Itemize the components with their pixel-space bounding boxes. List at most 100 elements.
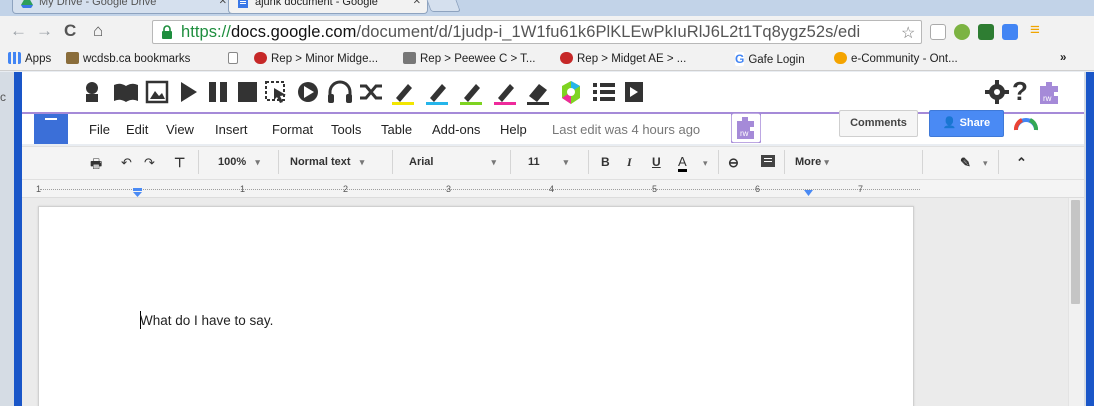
- forward-arrow-icon[interactable]: →: [36, 21, 53, 41]
- chevron-down-icon[interactable]: ▾: [983, 158, 988, 169]
- eraser-icon[interactable]: [525, 80, 551, 106]
- bookmark-apps[interactable]: Apps: [8, 52, 51, 65]
- highlighter-green-icon[interactable]: [458, 80, 484, 106]
- share-button[interactable]: 👤 Share: [929, 110, 1004, 137]
- bold-button[interactable]: B: [601, 155, 610, 169]
- omnibox[interactable]: https://docs.google.com/document/d/1judp…: [152, 20, 922, 44]
- document-page[interactable]: [38, 206, 914, 406]
- zoom-dropdown[interactable]: 100% ▾: [218, 156, 260, 168]
- more-button[interactable]: More ▾: [795, 156, 829, 168]
- menu-edit[interactable]: Edit: [126, 122, 148, 137]
- bookmark-label: Rep > Peewee C > T...: [420, 53, 536, 65]
- toolbar-separator: [998, 150, 999, 174]
- font-size-dropdown[interactable]: 11 ▾: [528, 156, 568, 168]
- stop-icon[interactable]: [236, 80, 258, 104]
- pause-icon[interactable]: [206, 80, 230, 104]
- bookmark-label: wcdsb.ca bookmarks: [83, 53, 191, 65]
- new-tab-button[interactable]: [425, 0, 461, 12]
- predict-icon[interactable]: [80, 80, 104, 104]
- chevron-down-icon[interactable]: ▾: [703, 158, 708, 169]
- close-icon[interactable]: ✕: [413, 0, 421, 10]
- play-icon[interactable]: [179, 80, 199, 104]
- menu-help[interactable]: Help: [500, 122, 527, 137]
- collect-highlights-icon[interactable]: [558, 80, 584, 106]
- italic-button[interactable]: I: [627, 155, 632, 170]
- rw-addon-icon[interactable]: rw: [731, 113, 761, 143]
- chrome-menu-icon[interactable]: ≡: [1030, 20, 1040, 40]
- help-icon[interactable]: ?: [1012, 76, 1028, 107]
- right-indent-marker[interactable]: [804, 184, 813, 196]
- toolbar-separator: [278, 150, 279, 174]
- right-edge-divider: [1084, 72, 1086, 406]
- left-indent-marker[interactable]: [133, 184, 142, 197]
- last-edit-status[interactable]: Last edit was 4 hours ago: [552, 122, 700, 137]
- bookmark-rep-peewee[interactable]: Rep > Peewee C > T...: [403, 52, 536, 65]
- tab-strip: My Drive - Google Drive ✕ ajunk document…: [0, 0, 1094, 16]
- bookmark-ecommunity[interactable]: e-Community - Ont...: [834, 52, 958, 65]
- extension-translate-icon[interactable]: [1002, 24, 1018, 40]
- bookmark-rep-midget[interactable]: Rep > Midget AE > ...: [560, 52, 686, 65]
- highlighter-yellow-icon[interactable]: [390, 80, 416, 106]
- menu-insert[interactable]: Insert: [215, 122, 248, 137]
- share-label: Share: [959, 117, 991, 129]
- more-label: More: [795, 156, 822, 168]
- tab-ajunk-document[interactable]: ajunk document - Google ✕: [228, 0, 428, 14]
- dictionary-icon[interactable]: [112, 80, 140, 104]
- paint-format-icon[interactable]: ⊤: [174, 155, 185, 171]
- bookmark-gafe-login[interactable]: G Gafe Login: [735, 52, 805, 66]
- page-icon: [228, 52, 238, 64]
- rw-logo-icon[interactable]: rw: [1036, 80, 1062, 106]
- menu-table[interactable]: Table: [381, 122, 412, 137]
- menu-view[interactable]: View: [166, 122, 194, 137]
- highlighter-blue-icon[interactable]: [424, 80, 450, 106]
- ruler-ticks: [40, 189, 920, 190]
- bookmark-page[interactable]: [228, 52, 242, 65]
- docs-menu-button[interactable]: [34, 114, 68, 144]
- vocabulary-list-icon[interactable]: [591, 80, 617, 104]
- collapse-toolbar-icon[interactable]: ⌃: [1016, 155, 1027, 171]
- document-body-text[interactable]: What do I have to say.: [140, 313, 273, 328]
- voice-note-icon[interactable]: [623, 80, 645, 104]
- underline-button[interactable]: U: [652, 155, 661, 169]
- menu-tools[interactable]: Tools: [331, 122, 361, 137]
- menu-format[interactable]: Format: [272, 122, 313, 137]
- bookmark-rep-minor-midget[interactable]: Rep > Minor Midge...: [254, 52, 378, 65]
- style-dropdown[interactable]: Normal text ▾: [290, 156, 364, 168]
- picture-dictionary-icon[interactable]: [145, 80, 169, 104]
- editing-mode-pencil-icon[interactable]: ✎: [960, 155, 971, 171]
- tab-label: ajunk document - Google: [255, 0, 378, 8]
- bookmark-wcdsb[interactable]: wcdsb.ca bookmarks: [66, 52, 190, 65]
- settings-gear-icon[interactable]: [985, 80, 1009, 104]
- tab-my-drive[interactable]: My Drive - Google Drive ✕: [12, 0, 234, 14]
- left-edge-stripe: [14, 72, 22, 406]
- back-arrow-icon[interactable]: ←: [10, 21, 27, 41]
- link-icon[interactable]: ⊖: [728, 155, 739, 171]
- highlighter-pink-icon[interactable]: [492, 80, 518, 106]
- close-icon[interactable]: ✕: [219, 0, 227, 10]
- extension-plus-icon[interactable]: [954, 24, 970, 40]
- reload-icon[interactable]: C: [64, 21, 76, 41]
- extension-page-icon[interactable]: [930, 24, 946, 40]
- font-dropdown[interactable]: Arial ▾: [409, 156, 496, 168]
- menu-file[interactable]: File: [89, 122, 110, 137]
- ruler-number: 3: [446, 184, 452, 194]
- screenshot-reader-icon[interactable]: [264, 80, 288, 104]
- home-icon[interactable]: ⌂: [93, 21, 103, 41]
- translator-icon[interactable]: [358, 80, 384, 104]
- bookmarks-overflow-button[interactable]: »: [1060, 52, 1066, 64]
- comment-icon[interactable]: [760, 154, 776, 168]
- audio-maker-icon[interactable]: [296, 80, 322, 104]
- text-color-button[interactable]: A: [678, 155, 687, 172]
- team-logo-icon: [403, 52, 416, 64]
- print-icon[interactable]: 🖶: [90, 155, 102, 177]
- extension-classroom-icon[interactable]: [978, 24, 994, 40]
- headphones-icon[interactable]: [327, 80, 353, 104]
- toolbar-separator: [198, 150, 199, 174]
- redo-icon[interactable]: ↷: [144, 155, 155, 171]
- scrollbar-thumb[interactable]: [1071, 200, 1080, 304]
- google-account-avatar[interactable]: [1012, 112, 1040, 134]
- comments-button[interactable]: Comments: [839, 110, 918, 137]
- undo-icon[interactable]: ↶: [121, 155, 132, 171]
- menu-add-ons[interactable]: Add-ons: [432, 122, 480, 137]
- bookmark-star-icon[interactable]: ☆: [901, 23, 915, 43]
